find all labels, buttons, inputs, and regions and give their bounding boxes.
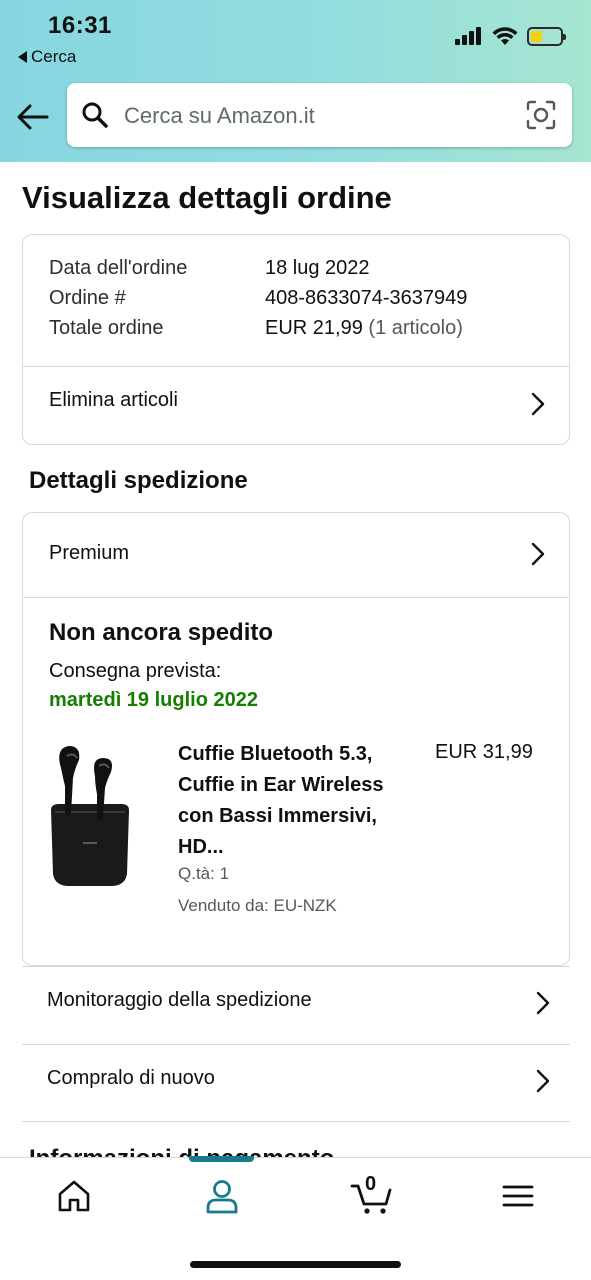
search-input[interactable]: Cerca su Amazon.it [67, 83, 572, 147]
track-shipment-row[interactable]: Monitoraggio della spedizione [22, 966, 570, 1044]
order-number-value: 408-8633074-3637949 [265, 287, 468, 309]
delivery-label: Consegna prevista: [49, 660, 222, 682]
product-quantity: Q.tà: 1 [178, 864, 230, 883]
menu-tab-icon[interactable] [498, 1176, 538, 1216]
battery-icon [527, 26, 566, 46]
home-indicator [190, 1261, 401, 1268]
status-time: 16:31 [48, 12, 112, 39]
shipping-speed-label: Premium [49, 542, 130, 564]
page-title: Visualizza dettagli ordine [22, 180, 392, 215]
home-tab-icon[interactable] [54, 1176, 94, 1216]
order-total-label: Totale ordine [49, 317, 164, 339]
active-tab-indicator [189, 1156, 254, 1162]
shipping-speed-row[interactable]: Premium [23, 513, 569, 597]
delivery-date: martedì 19 luglio 2022 [49, 689, 258, 711]
app-header: 16:31 Cerca Cerca su Amazon.it [0, 0, 591, 162]
chevron-right-icon [531, 392, 545, 416]
buy-again-row[interactable]: Compralo di nuovo [22, 1044, 570, 1122]
bottom-tab-bar [0, 1156, 591, 1280]
product-title[interactable]: Cuffie Bluetooth 5.3, Cuffie in Ear Wire… [178, 739, 418, 863]
account-tab-icon[interactable] [202, 1176, 242, 1216]
order-date-label: Data dell'ordine [49, 257, 188, 279]
order-total-value: EUR 21,99 [265, 317, 363, 339]
divider [22, 1121, 570, 1122]
cellular-signal-icon [455, 27, 481, 45]
back-triangle-icon [18, 51, 27, 63]
order-number-label: Ordine # [49, 287, 126, 309]
order-total-value-group: EUR 21,99 (1 articolo) [265, 317, 463, 340]
order-summary-card: Data dell'ordine 18 lug 2022 Ordine # 40… [22, 234, 570, 445]
product-seller: Venduto da: EU-NZK [178, 896, 337, 915]
cart-count-badge: 0 [365, 1173, 377, 1195]
shipment-status: Non ancora spedito [49, 619, 274, 646]
status-icons [455, 26, 566, 46]
camera-scan-icon[interactable] [526, 100, 556, 130]
wifi-icon [492, 27, 518, 45]
shipment-card: Premium Non ancora spedito Consegna prev… [22, 512, 570, 966]
back-to-app-link[interactable]: Cerca [18, 47, 76, 67]
chevron-right-icon [536, 991, 550, 1015]
buy-again-label: Compralo di nuovo [47, 1067, 215, 1089]
back-arrow-icon[interactable] [14, 98, 52, 136]
delete-items-row[interactable]: Elimina articoli [23, 367, 569, 444]
track-shipment-label: Monitoraggio della spedizione [47, 989, 312, 1011]
back-app-label: Cerca [31, 47, 77, 66]
product-image[interactable] [45, 738, 135, 888]
order-item-count: (1 articolo) [368, 317, 463, 339]
search-icon [82, 102, 108, 128]
chevron-right-icon [531, 542, 545, 566]
chevron-right-icon [536, 1069, 550, 1093]
divider [23, 597, 569, 598]
delete-items-label: Elimina articoli [49, 389, 178, 411]
product-price: EUR 31,99 [435, 741, 533, 763]
search-placeholder: Cerca su Amazon.it [124, 103, 315, 128]
order-date-value: 18 lug 2022 [265, 257, 370, 279]
shipment-section-title: Dettagli spedizione [29, 467, 248, 494]
